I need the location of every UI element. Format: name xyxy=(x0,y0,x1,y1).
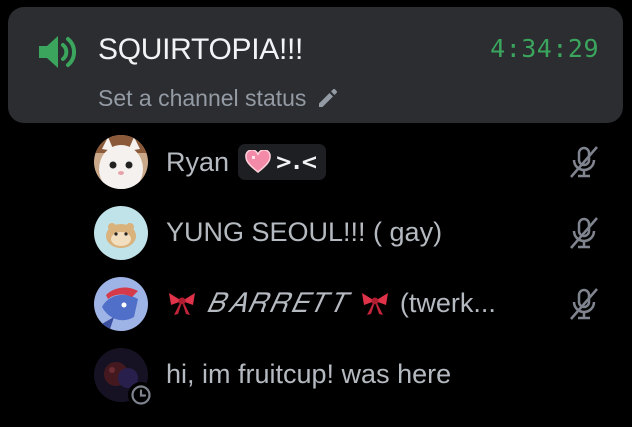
username: 𝐵𝐴𝑅𝑅𝐸𝑇𝑇 xyxy=(207,288,350,318)
set-channel-status-button[interactable]: Set a channel status xyxy=(98,83,340,113)
cat-avatar xyxy=(94,135,148,189)
clock-icon xyxy=(128,382,154,408)
dragon-avatar xyxy=(94,277,148,331)
ribbon-icon xyxy=(361,293,388,315)
pink-heart-icon xyxy=(245,150,271,173)
voice-user-row[interactable]: Ryan >.< xyxy=(86,131,616,195)
avatar-container xyxy=(94,277,148,331)
microphone-muted-icon xyxy=(570,217,598,249)
voice-channel-panel: SQUIRTOPIA!!! 4:34:29 Set a channel stat… xyxy=(0,0,632,427)
username-suffix: (twerk... xyxy=(399,288,496,318)
pencil-icon xyxy=(319,88,338,107)
ribbon-icon xyxy=(169,293,195,315)
hamster-avatar xyxy=(94,206,148,260)
username: hi, im fruitcup! was here xyxy=(166,359,452,389)
voice-user-row[interactable]: YUNG SEOUL!!! ( gay) xyxy=(86,202,616,266)
username: Ryan xyxy=(166,147,230,177)
speaker-icon xyxy=(39,36,76,68)
voice-channel-header[interactable]: SQUIRTOPIA!!! 4:34:29 Set a channel stat… xyxy=(8,7,623,123)
username: YUNG SEOUL!!! ( gay) xyxy=(166,217,443,247)
call-duration-timer: 4:34:29 xyxy=(490,34,599,63)
tag-text: >.< xyxy=(275,150,319,174)
user-tag: >.< xyxy=(238,144,327,180)
voice-user-name: Ryan >.< xyxy=(166,144,327,180)
microphone-muted-icon xyxy=(570,288,598,320)
avatar-container xyxy=(94,206,148,260)
avatar-container xyxy=(94,348,154,408)
channel-name: SQUIRTOPIA!!! xyxy=(98,33,304,66)
voice-user-name: 𝐵𝐴𝑅𝑅𝐸𝑇𝑇 (twerk... xyxy=(166,286,496,320)
voice-user-row[interactable]: hi, im fruitcup! was here xyxy=(86,344,616,408)
voice-user-name: YUNG SEOUL!!! ( gay) xyxy=(166,215,442,249)
microphone-muted-icon xyxy=(570,146,598,178)
voice-user-name: hi, im fruitcup! was here xyxy=(166,357,451,391)
voice-user-row[interactable]: 𝐵𝐴𝑅𝑅𝐸𝑇𝑇 (twerk... xyxy=(86,273,616,337)
channel-status-placeholder: Set a channel status xyxy=(98,84,307,111)
avatar-container xyxy=(94,135,148,189)
